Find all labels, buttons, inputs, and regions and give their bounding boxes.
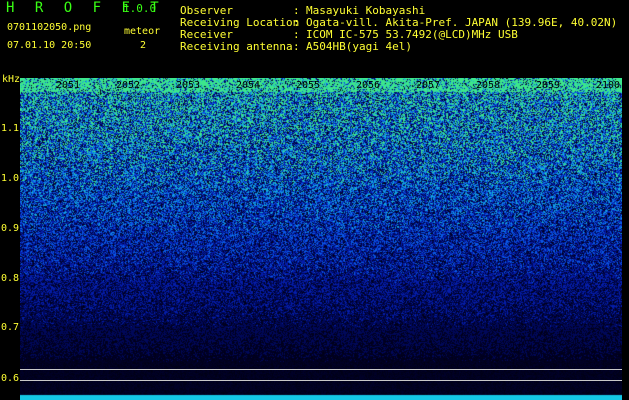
y-tick: 0.6	[1, 373, 20, 384]
meteor-label: meteor	[124, 26, 161, 37]
antenna-value: A504HB(yagi 4el)	[306, 40, 412, 53]
x-tick: 2100	[596, 80, 621, 91]
app-version: 1.0.0	[123, 2, 157, 15]
meteor-count: 2	[140, 40, 147, 51]
x-tick: 2056	[356, 80, 381, 91]
frequency-marker-line	[20, 369, 622, 370]
y-axis-unit: kHz	[2, 74, 21, 85]
spectrogram	[20, 78, 622, 400]
x-tick: 2052	[116, 80, 141, 91]
y-tick: 0.8	[1, 273, 20, 284]
spectrogram-canvas	[20, 78, 622, 400]
y-tick: 1.1	[1, 123, 20, 134]
file-name: 0701102050.png	[7, 22, 92, 33]
x-tick: 2059	[536, 80, 561, 91]
frequency-marker-line	[20, 380, 622, 381]
x-tick: 2053	[176, 80, 201, 91]
x-tick: 2058	[476, 80, 501, 91]
y-tick: 1.0	[1, 173, 20, 184]
x-tick: 2057	[416, 80, 441, 91]
x-tick: 2054	[236, 80, 261, 91]
antenna-label: Receiving antenna	[180, 40, 293, 53]
antenna-separator: :	[293, 40, 300, 53]
x-tick: 2051	[56, 80, 81, 91]
y-tick: 0.7	[1, 322, 20, 333]
file-datetime: 07.01.10 20:50	[7, 40, 92, 51]
y-tick: 0.9	[1, 223, 20, 234]
x-tick: 2055	[296, 80, 321, 91]
